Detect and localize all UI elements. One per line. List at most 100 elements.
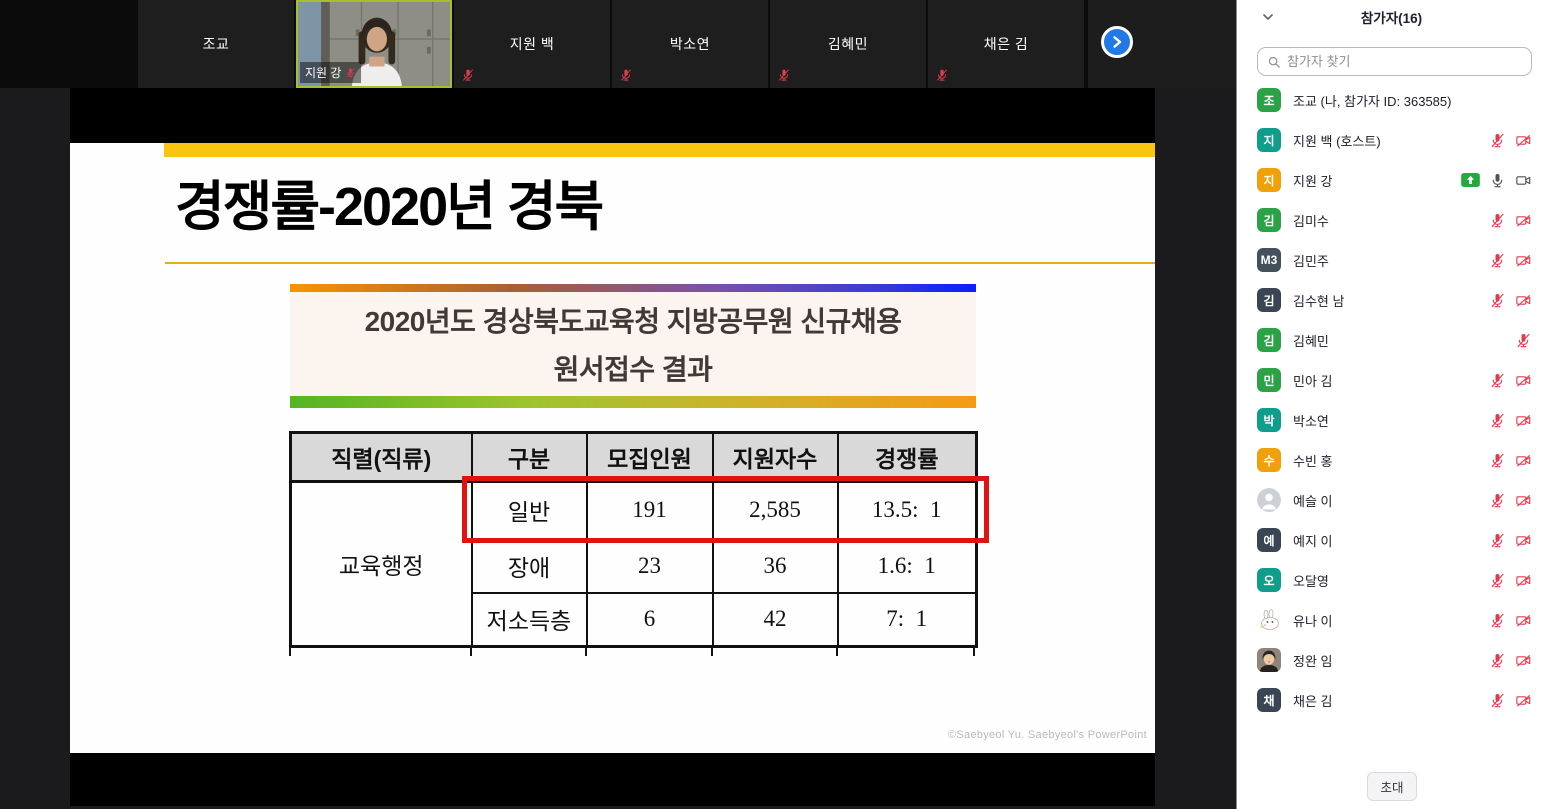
participants-panel: 참가자(16) 조 조교 (나, 참가자 ID: 363585) 지지원 백 (호스… <box>1236 0 1546 809</box>
participants-header: 참가자(16) <box>1237 0 1546 34</box>
slide-accent-bar <box>164 143 1155 157</box>
avatar: 김 <box>1257 288 1281 312</box>
participant-name: 김수현 남 <box>1293 291 1489 310</box>
participant-row[interactable]: 김김혜민 <box>1237 320 1546 360</box>
participant-row[interactable]: 수수빈 홍 <box>1237 440 1546 480</box>
status-icons <box>1489 132 1532 149</box>
video-off-icon <box>1515 652 1532 669</box>
mic-off-icon <box>1489 692 1506 709</box>
search-icon <box>1267 55 1281 69</box>
status-icons <box>1489 412 1532 429</box>
participant-name: 채은 김 <box>1293 691 1489 710</box>
avatar: 조 <box>1257 88 1281 112</box>
participant-tile[interactable]: 조교 <box>138 0 294 88</box>
avatar: M3 <box>1257 248 1281 272</box>
avatar: 수 <box>1257 448 1281 472</box>
participant-name: 조교 (나, 참가자 ID: 363585) <box>1293 91 1532 110</box>
participant-row[interactable]: 지지원 백 (호스트) <box>1237 120 1546 160</box>
invite-bar: 초대 <box>1237 764 1546 809</box>
chevron-down-icon[interactable] <box>1261 10 1275 24</box>
participant-row[interactable]: 박 박소연 <box>1237 400 1546 440</box>
table-header-cell: 지원자수 <box>713 433 838 482</box>
participant-tile[interactable]: 채은 김 <box>928 0 1084 88</box>
status-icons <box>1489 252 1532 269</box>
mic-on-icon <box>1489 172 1506 189</box>
mic-off-icon <box>1489 612 1506 629</box>
participant-row[interactable]: 김김미수 <box>1237 200 1546 240</box>
participant-tile[interactable]: 지원 백 <box>454 0 610 88</box>
mic-off-icon <box>1489 372 1506 389</box>
slide-header-box: 2020년도 경상북도교육청 지방공무원 신규채용 원서접수 결과 <box>290 284 976 408</box>
participant-row[interactable]: 지지원 강 <box>1237 160 1546 200</box>
video-tile[interactable]: 지원 강 <box>296 0 452 88</box>
mic-off-icon <box>1489 532 1506 549</box>
header-line-2: 원서접수 결과 <box>290 348 976 388</box>
participant-row[interactable]: 유나 이 <box>1237 600 1546 640</box>
table-cell-applicants: 36 <box>713 539 838 593</box>
status-icons <box>1489 692 1532 709</box>
table-header-row: 직렬(직류)구분모집인원지원자수경쟁률 <box>291 433 977 482</box>
participant-name: 박소연 <box>1293 411 1489 430</box>
participant-name: 김혜민 <box>1293 331 1515 350</box>
highlight-box <box>462 476 989 543</box>
participant-name: 유나 이 <box>1293 611 1489 630</box>
zoom-app-window: 조교지원 강지원 백박소연김혜민채은 김 경쟁률-2020년 경북 2020년도… <box>0 0 1546 809</box>
video-off-icon <box>1515 132 1532 149</box>
participant-name: 예지 이 <box>1293 531 1489 550</box>
tile-name: 김혜민 <box>828 34 868 54</box>
avatar: 지 <box>1257 128 1281 152</box>
participant-row[interactable]: M3 김민주 <box>1237 240 1546 280</box>
mic-off-icon <box>461 68 475 82</box>
participant-name: 지원 강 <box>1293 171 1461 190</box>
table-header-cell: 직렬(직류) <box>291 433 472 482</box>
participant-row[interactable]: 예슬 이 <box>1237 480 1546 520</box>
table-cell-category: 장애 <box>472 539 587 593</box>
participant-list: 조조교 (나, 참가자 ID: 363585)지지원 백 (호스트)지지원 강김… <box>1237 80 1546 720</box>
table-cell-applicants: 42 <box>713 593 838 647</box>
participant-row[interactable]: 예예지 이 <box>1237 520 1546 560</box>
participant-name: 김민주 <box>1293 251 1489 270</box>
invite-button[interactable]: 초대 <box>1367 772 1416 801</box>
tile-name: 채은 김 <box>984 34 1029 54</box>
chevron-right-icon <box>1110 35 1124 49</box>
participants-title: 참가자(16) <box>1361 7 1422 27</box>
participant-row[interactable]: 조 조교 (나, 참가자 ID: 363585) <box>1237 80 1546 120</box>
table-cell-positions: 23 <box>587 539 713 593</box>
video-off-icon <box>1515 252 1532 269</box>
status-icons <box>1489 572 1532 589</box>
participant-row[interactable]: 정완 임 <box>1237 640 1546 680</box>
mic-off-icon <box>1489 132 1506 149</box>
video-off-icon <box>1515 452 1532 469</box>
participant-name: 오달영 <box>1293 571 1489 590</box>
tile-name: 박소연 <box>670 34 710 54</box>
status-icons <box>1489 612 1532 629</box>
status-icons <box>1489 372 1532 389</box>
status-icons <box>1461 172 1532 189</box>
participant-tile[interactable]: 박소연 <box>612 0 768 88</box>
participant-tile[interactable]: 김혜민 <box>770 0 926 88</box>
video-off-icon <box>1515 572 1532 589</box>
participant-row[interactable]: 민민아 김 <box>1237 360 1546 400</box>
participant-row[interactable]: 오오달영 <box>1237 560 1546 600</box>
participant-row[interactable]: 김 김수현 남 <box>1237 280 1546 320</box>
participant-row[interactable]: 채 채은 김 <box>1237 680 1546 720</box>
table-cell-ratio: 7: 1 <box>838 593 977 647</box>
next-videos-button[interactable] <box>1101 26 1133 58</box>
slide-divider <box>165 262 1155 264</box>
avatar: 민 <box>1257 368 1281 392</box>
status-icons <box>1489 212 1532 229</box>
person-icon <box>1257 488 1281 512</box>
table-cutoff-stubs <box>289 648 975 656</box>
participant-search-box[interactable] <box>1257 47 1532 76</box>
avatar: 채 <box>1257 688 1281 712</box>
table-header-cell: 모집인원 <box>587 433 713 482</box>
results-table-wrap: 직렬(직류)구분모집인원지원자수경쟁률교육행정일반1912,58513.5: 1… <box>289 431 975 656</box>
avatar: 박 <box>1257 408 1281 432</box>
screen-share-icon <box>1461 173 1480 187</box>
mic-off-icon <box>935 68 949 82</box>
bunny-avatar <box>1257 608 1281 632</box>
status-icons <box>1489 452 1532 469</box>
search-input[interactable] <box>1287 54 1522 69</box>
mic-off-icon <box>1489 292 1506 309</box>
table-header-cell: 경쟁률 <box>838 433 977 482</box>
